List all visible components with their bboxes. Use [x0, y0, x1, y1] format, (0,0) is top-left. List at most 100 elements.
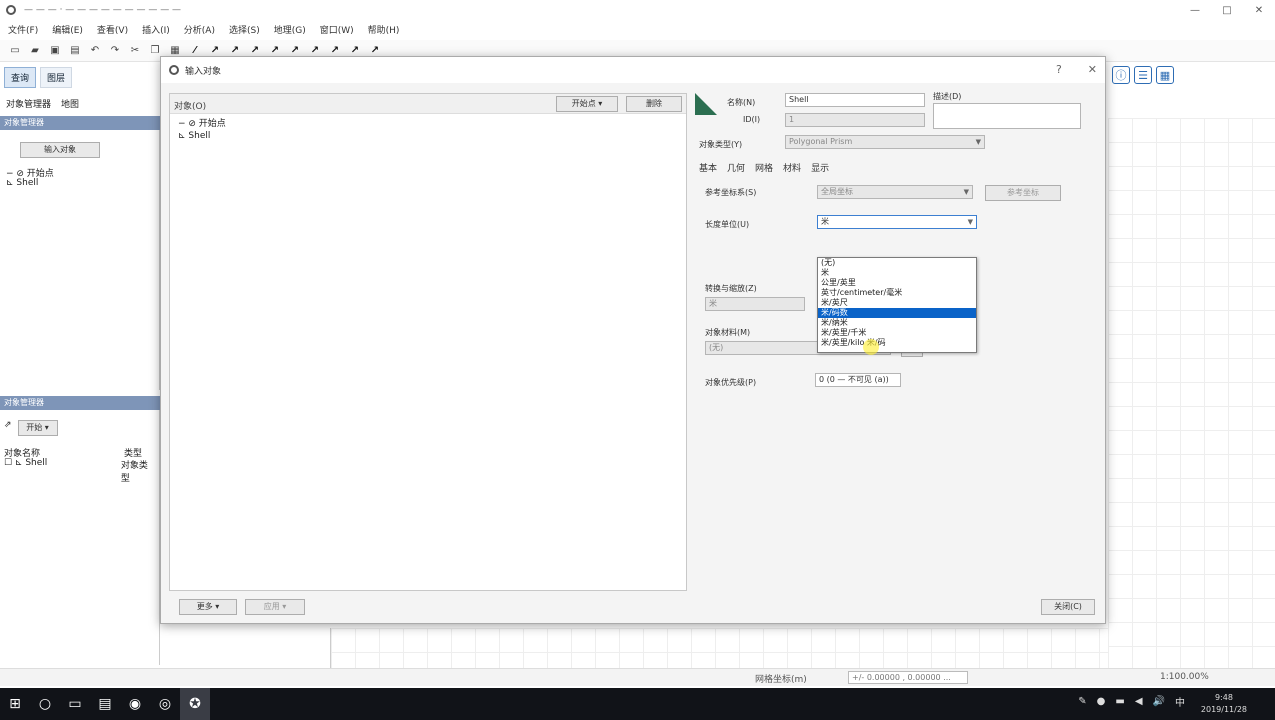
search-icon[interactable]: ○	[30, 688, 60, 720]
clock-time: 9:48	[1214, 693, 1233, 702]
active-app-icon[interactable]: ✪	[180, 688, 210, 720]
tab-layers[interactable]: 图层	[40, 66, 73, 88]
record-icon[interactable]: ●	[1097, 696, 1106, 707]
table-row[interactable]: ☐ ⊾ Shell 对象类型	[4, 458, 156, 484]
zoom-level: 1:100.00%	[1160, 672, 1209, 682]
dropdown-option[interactable]: 米/英里/kilo 米/码	[818, 338, 976, 348]
tree-item[interactable]: − ⊘ 开始点	[6, 166, 54, 179]
task-view-icon[interactable]: ▭	[60, 688, 90, 720]
menu-window[interactable]: 窗口(W)	[320, 23, 354, 36]
layers-icon[interactable]: ☰	[1134, 66, 1152, 84]
subtab-basic[interactable]: 基本	[699, 161, 717, 174]
open-folder-icon[interactable]: ▰	[28, 44, 42, 58]
tab-object-manager[interactable]: 对象管理器	[6, 97, 51, 110]
input-object-button[interactable]: 输入对象	[20, 142, 100, 158]
clock[interactable]: 9:48 2019/11/28	[1201, 692, 1247, 716]
object-type-select[interactable]: Polygonal Prism ▼	[785, 135, 985, 149]
subtab-geometry[interactable]: 几何	[727, 161, 745, 174]
file-explorer-icon[interactable]: ▤	[90, 688, 120, 720]
network-icon[interactable]: ◀	[1135, 696, 1143, 707]
menu-edit[interactable]: 编辑(E)	[52, 23, 83, 36]
tab-query[interactable]: 查询	[4, 66, 37, 88]
dialog-close-bottom-button[interactable]: 关闭(C)	[1041, 599, 1095, 615]
sort-dropdown[interactable]: 开始点 ▾	[556, 96, 618, 112]
left-tree: − ⊘ 开始点 ⊾ Shell	[6, 166, 54, 190]
delete-button[interactable]: 删除	[626, 96, 682, 112]
menu-file[interactable]: 文件(F)	[8, 23, 38, 36]
dropdown-option[interactable]: 英寸/centimeter/毫米	[818, 288, 976, 298]
left-sub-tabs: 对象管理器 地图	[0, 92, 165, 114]
tree-item[interactable]: ⊾ Shell	[178, 130, 226, 142]
dialog-controls: ? ✕	[1030, 63, 1097, 76]
object-list-label: 对象(O)	[174, 102, 207, 112]
battery-icon[interactable]: ▬	[1115, 696, 1124, 707]
object-list-header: 对象(O) 开始点 ▾ 删除	[170, 94, 686, 114]
help-button[interactable]: ?	[1056, 63, 1062, 76]
dropdown-option-selected[interactable]: 米/码数	[818, 308, 976, 318]
menu-insert[interactable]: 插入(I)	[142, 23, 170, 36]
save-icon[interactable]: ▣	[48, 44, 62, 58]
right-ribbon: ⓘ ☰ ▦	[1112, 66, 1178, 84]
left-panel-title: 对象管理器	[0, 116, 160, 130]
menu-view[interactable]: 查看(V)	[97, 23, 128, 36]
description-label: 描述(D)	[933, 92, 962, 101]
maximize-button[interactable]: □	[1211, 0, 1243, 20]
start-menu-icon[interactable]: ⊞	[0, 688, 30, 720]
dropdown-option[interactable]: (无)	[818, 258, 976, 268]
print-icon[interactable]: ▤	[68, 44, 82, 58]
object-tree: − ⊘ 开始点 ⊾ Shell	[178, 118, 226, 142]
info-icon[interactable]: ⓘ	[1112, 66, 1130, 84]
volume-icon[interactable]: 🔊	[1153, 696, 1165, 707]
subtab-display[interactable]: 显示	[811, 161, 829, 174]
mouse-cursor-highlight	[863, 339, 879, 355]
subtab-mesh[interactable]: 网格	[755, 161, 773, 174]
tree-item[interactable]: ⊾ Shell	[6, 178, 54, 190]
menu-analysis[interactable]: 分析(A)	[184, 23, 215, 36]
map-canvas-bottom[interactable]	[330, 628, 1108, 668]
dropdown-option[interactable]: 米	[818, 268, 976, 278]
close-button[interactable]: ✕	[1243, 0, 1275, 20]
app-icon[interactable]: ◎	[150, 688, 180, 720]
table-cell: 对象类型	[120, 461, 148, 484]
priority-field[interactable]: 0 (0 — 不可见 (a))	[815, 373, 901, 387]
tab-map[interactable]: 地图	[61, 97, 79, 110]
dropdown-option[interactable]: 米/纳米	[818, 318, 976, 328]
minimize-button[interactable]: —	[1179, 0, 1211, 20]
coord-combo[interactable]: +/- 0.00000 , 0.00000 ...	[848, 671, 968, 684]
dropdown-option[interactable]: 米/英尺	[818, 298, 976, 308]
new-file-icon[interactable]: ▭	[8, 44, 22, 58]
pen-icon[interactable]: ✎	[1078, 696, 1086, 707]
start-dropdown[interactable]: 开始 ▾	[17, 420, 58, 436]
menu-geo[interactable]: 地理(G)	[274, 23, 306, 36]
subtab-material[interactable]: 材料	[783, 161, 801, 174]
taskbar: ⊞ ○ ▭ ▤ ◉ ◎ ✪ ✎ ● ▬ ◀ 🔊 中 9:48 2019/11/2…	[0, 688, 1275, 720]
menu-select[interactable]: 选择(S)	[229, 23, 260, 36]
apply-button[interactable]: 应用 ▾	[245, 599, 305, 615]
table-cell[interactable]: ☐ ⊾ Shell	[4, 458, 121, 470]
system-tray: ✎ ● ▬ ◀ 🔊 中	[1068, 694, 1185, 709]
tree-item[interactable]: − ⊘ 开始点	[178, 118, 226, 130]
browser-icon[interactable]: ◉	[120, 688, 150, 720]
link-icon[interactable]: ⇗	[4, 420, 12, 436]
dialog-close-button[interactable]: ✕	[1088, 63, 1097, 76]
menu-help[interactable]: 帮助(H)	[368, 23, 400, 36]
cut-icon[interactable]: ✂	[128, 44, 142, 58]
ime-icon[interactable]: 中	[1175, 694, 1185, 709]
map-canvas[interactable]	[1108, 118, 1275, 668]
length-unit-label: 长度单位(U)	[705, 220, 750, 229]
ref-coord-button[interactable]: 参考坐标	[985, 185, 1061, 201]
description-field[interactable]	[933, 103, 1081, 129]
dropdown-option[interactable]: 公里/英里	[818, 278, 976, 288]
more-button[interactable]: 更多 ▾	[179, 599, 237, 615]
transform-select[interactable]: 米	[705, 297, 805, 311]
name-field[interactable]: Shell	[785, 93, 925, 107]
object-type-label: 对象类型(Y)	[699, 140, 743, 149]
redo-icon[interactable]: ↷	[108, 44, 122, 58]
length-unit-select[interactable]: 米 ▼	[817, 215, 977, 229]
grid-icon[interactable]: ▦	[1156, 66, 1174, 84]
dropdown-option[interactable]: 米/英里/千米	[818, 328, 976, 338]
chevron-down-icon: ▼	[967, 218, 973, 226]
ref-coord-select[interactable]: 全局坐标 ▼	[817, 185, 973, 199]
length-unit-value: 米	[821, 217, 829, 226]
undo-icon[interactable]: ↶	[88, 44, 102, 58]
